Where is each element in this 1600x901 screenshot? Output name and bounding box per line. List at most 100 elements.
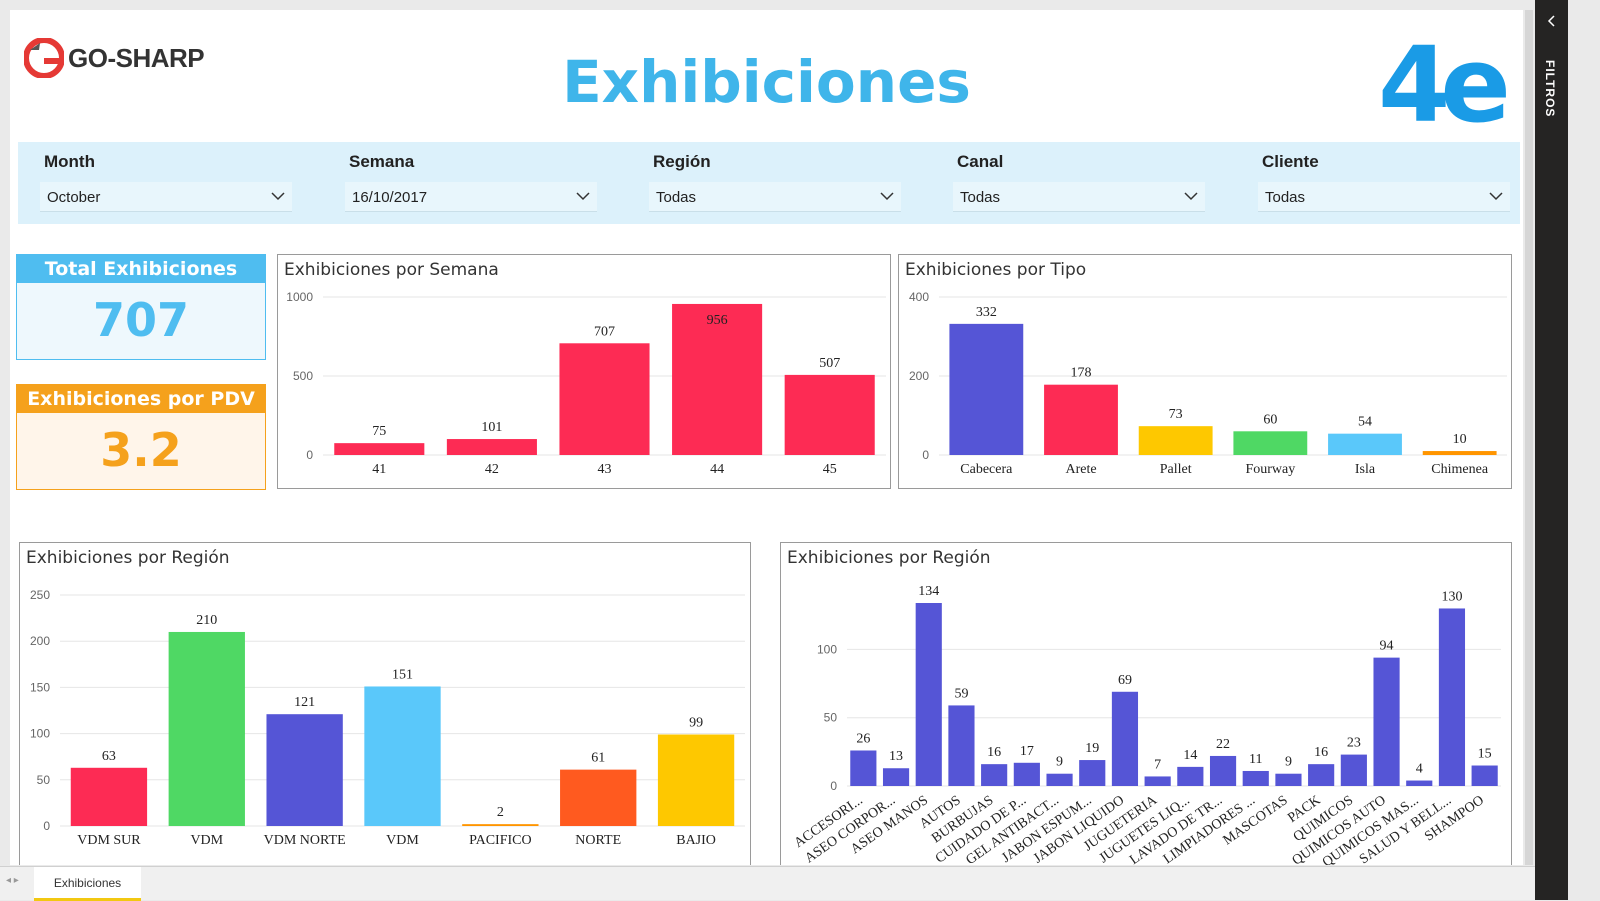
y-tick-label: 500 [293,369,313,383]
y-tick-label: 400 [909,290,929,304]
bar-gel-antibact- [1046,773,1073,786]
filters-pane-label: FILTROS [1543,60,1557,118]
bar-41 [334,443,425,455]
chart-region-panel[interactable]: Exhibiciones por Región 0 50 100 150 200 250 6… [19,542,751,865]
chart-region: 0 50 100 150 200 250 63 VDM SUR 210 VDM 121 VDM NOR… [30,588,745,848]
data-label: 9 [1285,755,1292,770]
y-tick-label: 1000 [286,290,313,304]
bar-fourway [1233,431,1308,455]
data-label: 10 [1453,432,1467,447]
bar-lavado-de-tr- [1209,755,1237,786]
data-label: 956 [707,313,728,328]
y-tick-label: 50 [824,711,838,725]
tab-exhibiciones[interactable]: Exhibiciones [34,867,141,901]
y-tick-label: 0 [306,448,313,462]
bar-juguetes-liq- [1177,766,1204,786]
bar-cabecera [949,323,1024,455]
bar-autos [948,705,975,786]
bar-42 [446,439,537,455]
semana-value: 16/10/2017 [352,189,428,206]
chart-categoria-panel[interactable]: Exhibiciones por Región 0 50 100 26 ACCESORI… [780,542,1512,865]
filter-canal-label: Canal [957,152,1004,171]
data-label: 11 [1249,752,1262,767]
data-label: 707 [594,324,615,339]
filter-month-label: Month [44,152,95,171]
bar-pacifico [462,824,539,826]
report-canvas: GO-SHARP Exhibiciones 4e Month October S… [10,10,1523,865]
category-label: 43 [598,462,612,477]
vertical-scrollbar[interactable] [1525,10,1533,865]
bar-quimicos-auto [1373,657,1400,786]
data-label: 63 [102,749,116,764]
category-label: 45 [823,462,837,477]
cliente-dropdown[interactable]: Todas [1258,182,1510,212]
bar-jugueteria [1144,776,1171,786]
canal-dropdown[interactable]: Todas [953,182,1205,212]
category-label: VDM NORTE [264,833,346,848]
semana-dropdown[interactable]: 16/10/2017 [345,182,597,212]
category-label: 41 [372,462,386,477]
data-label: 121 [294,695,315,710]
bar-quimicos [1340,754,1367,786]
cliente-value: Todas [1265,189,1306,206]
y-tick-label: 250 [30,588,50,602]
month-dropdown[interactable]: October [40,182,292,212]
data-label: 23 [1347,736,1361,751]
category-label: Cabecera [960,462,1013,477]
y-tick-label: 0 [922,448,929,462]
bar-accesori- [850,750,877,786]
chart-semana-panel[interactable]: Exhibiciones por Semana 0 500 1000 75 41 101 4… [277,254,891,489]
filter-bar: Month October Semana 16/10/2017 Región T… [18,142,1520,224]
page-title: Exhibiciones [562,48,971,116]
bar-norte [560,769,637,826]
region-dropdown[interactable]: Todas [649,182,901,212]
y-tick-label: 100 [817,642,837,656]
y-tick-label: 0 [830,779,837,793]
category-label: VDM [386,833,419,848]
chevron-left-icon[interactable] [1545,14,1559,28]
filters-pane[interactable]: FILTROS [1535,0,1568,900]
kpi-pdv-label: Exhibiciones por PDV [17,385,265,413]
data-label: 60 [1263,412,1277,427]
canal-value: Todas [960,189,1001,206]
filter-region-label: Región [653,152,711,171]
chevron-down-icon [880,192,894,201]
filter-cliente-label: Cliente [1262,152,1319,171]
kpi-total-label: Total Exhibiciones [17,255,265,283]
data-label: 9 [1056,755,1063,770]
category-label: PACIFICO [469,833,532,848]
bar-shampoo [1471,765,1498,786]
data-label: 15 [1478,747,1492,762]
category-label: NORTE [575,833,621,848]
bar-chimenea [1422,451,1497,455]
data-label: 130 [1441,589,1462,604]
category-label: 42 [485,462,499,477]
data-label: 7 [1154,757,1161,772]
bar-cuidado-de-p- [1013,762,1040,786]
category-label: Isla [1355,462,1376,477]
y-tick-label: 100 [30,727,50,741]
month-value: October [47,189,101,206]
data-label: 2 [497,805,504,820]
y-tick-label: 0 [43,819,50,833]
kpi-pdv-card: Exhibiciones por PDV 3.2 [16,384,266,490]
data-label: 22 [1216,737,1230,752]
y-tick-label: 200 [30,634,50,648]
data-label: 99 [689,716,703,731]
category-label: BAJIO [676,833,716,848]
bar-jabon-liquido [1111,691,1139,786]
data-label: 26 [856,731,870,746]
data-label: 17 [1020,744,1034,759]
page-nav-arrows-icon[interactable]: ◂ ▸ [6,875,19,886]
4e-logo-text: 4e [1378,36,1506,146]
chevron-down-icon [1184,192,1198,201]
chart-tipo-panel[interactable]: Exhibiciones por Tipo 0 200 400 332 Cabecera… [898,254,1512,489]
bar-arete [1044,384,1118,455]
category-label: Chimenea [1431,462,1489,477]
bar-jabon-espum- [1079,760,1106,786]
data-label: 61 [591,751,605,766]
chevron-down-icon [271,192,285,201]
y-tick-label: 200 [909,369,929,383]
data-label: 14 [1183,748,1197,763]
data-label: 101 [481,420,502,435]
